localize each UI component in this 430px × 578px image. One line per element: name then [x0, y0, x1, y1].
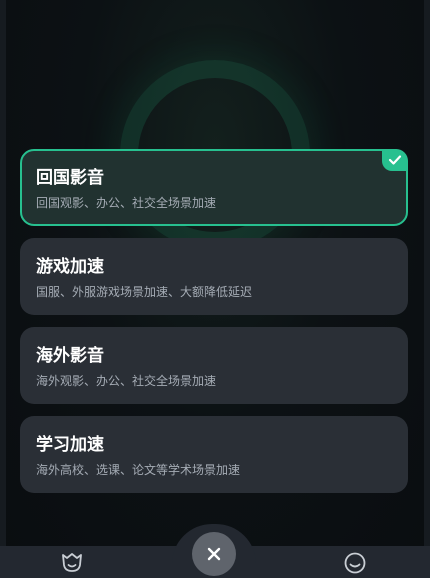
mode-description: 海外高校、选课、论文等学术场景加速 — [36, 463, 241, 477]
mode-description: 回国观影、办公、社交全场景加速 — [36, 196, 217, 210]
mode-card-game[interactable]: 游戏加速 国服、外服游戏场景加速、大额降低延迟 — [20, 238, 408, 315]
mode-card-study[interactable]: 学习加速 海外高校、选课、论文等学术场景加速 — [20, 416, 408, 493]
smiley-icon[interactable] — [343, 551, 367, 575]
mode-description: 海外观影、办公、社交全场景加速 — [36, 374, 217, 388]
left-edge — [0, 0, 6, 578]
mode-description: 国服、外服游戏场景加速、大额降低延迟 — [36, 285, 253, 299]
right-edge — [424, 0, 430, 578]
close-button[interactable] — [192, 532, 236, 576]
close-icon — [207, 547, 221, 561]
mode-title: 回国影音 — [36, 168, 104, 188]
mode-card-homeland-media[interactable]: 回国影音 回国观影、办公、社交全场景加速 — [20, 149, 408, 226]
mode-title: 游戏加速 — [36, 257, 104, 277]
mode-title: 海外影音 — [36, 346, 104, 366]
shield-face-icon[interactable] — [60, 551, 84, 573]
mode-title: 学习加速 — [36, 435, 104, 455]
check-icon — [382, 149, 408, 171]
mode-card-overseas-media[interactable]: 海外影音 海外观影、办公、社交全场景加速 — [20, 327, 408, 404]
